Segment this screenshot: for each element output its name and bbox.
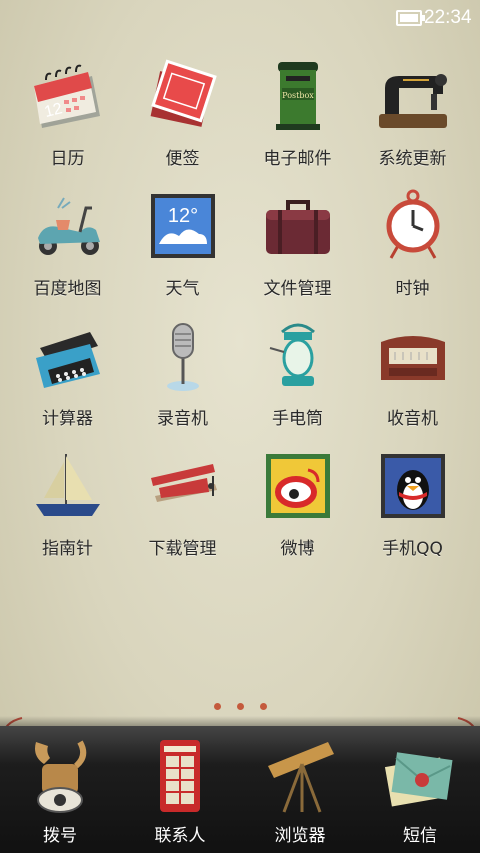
radio-icon (381, 336, 445, 380)
dock-label: 浏览器 (274, 826, 326, 846)
battery-icon (396, 10, 425, 26)
app-label: 录音机 (157, 409, 208, 429)
dock-browser[interactable]: 浏览器 (240, 726, 360, 853)
biplane-icon (151, 464, 217, 502)
status-bar: 22:34 (0, 0, 480, 36)
app-weather[interactable]: 12° 天气 (125, 182, 240, 302)
calendar-icon: 12 (34, 64, 100, 128)
app-clock[interactable]: 时钟 (355, 182, 470, 302)
dock-dialer[interactable]: 拨号 (0, 726, 120, 853)
app-label: 指南针 (42, 539, 93, 559)
app-label: 百度地图 (33, 279, 102, 299)
page-dot[interactable] (259, 703, 267, 710)
app-label: 时钟 (395, 279, 430, 299)
app-system-update[interactable]: 系统更新 (355, 52, 470, 172)
dock-label: 拨号 (43, 826, 77, 846)
status-time: 22:34 (424, 7, 472, 28)
app-flashlight[interactable]: 手电筒 (240, 312, 355, 432)
weather-stamp-icon: 12° (151, 194, 215, 258)
app-qq[interactable]: 手机QQ (355, 442, 470, 562)
app-label: 文件管理 (263, 279, 332, 299)
page-dot[interactable] (213, 703, 221, 710)
app-weibo[interactable]: 微博 (240, 442, 355, 562)
postbox-icon: Postbox (276, 62, 320, 130)
app-label: 手机QQ (382, 539, 443, 559)
app-calculator[interactable]: 计算器 (10, 312, 125, 432)
notepad-icon (150, 59, 217, 127)
app-download-manager[interactable]: 下载管理 (125, 442, 240, 562)
sewing-machine-icon (379, 74, 447, 128)
page-dot[interactable] (236, 703, 244, 710)
app-label: 系统更新 (378, 149, 447, 169)
dock-label: 联系人 (154, 826, 206, 846)
app-label: 微博 (280, 539, 315, 559)
qq-penguin-stamp-icon (381, 454, 445, 518)
app-calendar[interactable]: 12 日历 (10, 52, 125, 172)
phone-booth-icon (160, 740, 200, 812)
suitcase-icon (266, 200, 330, 254)
app-label: 下载管理 (148, 539, 217, 559)
microphone-icon (167, 323, 199, 391)
scooter-icon (38, 197, 100, 255)
clock-icon (386, 189, 440, 259)
app-compass[interactable]: 指南针 (10, 442, 125, 562)
sailboat-icon (36, 454, 100, 516)
app-label: 计算器 (42, 409, 93, 429)
dock: 拨号 联系人 浏览器 短信 (0, 716, 480, 853)
app-label: 天气 (165, 279, 200, 299)
app-recorder[interactable]: 录音机 (125, 312, 240, 432)
page-indicator (0, 695, 480, 714)
app-notes[interactable]: 便签 (125, 52, 240, 172)
app-label: 手电筒 (272, 409, 323, 429)
app-email[interactable]: Postbox 电子邮件 (240, 52, 355, 172)
app-label: 电子邮件 (263, 149, 332, 169)
app-radio[interactable]: 收音机 (355, 312, 470, 432)
telescope-icon (268, 742, 334, 813)
app-file-manager[interactable]: 文件管理 (240, 182, 355, 302)
app-baidu-map[interactable]: 百度地图 (10, 182, 125, 302)
svg-text:12°: 12° (168, 205, 198, 227)
svg-text:Postbox: Postbox (282, 91, 314, 100)
vintage-phone-icon (35, 740, 87, 813)
envelope-icon (384, 752, 453, 807)
dock-contacts[interactable]: 联系人 (120, 726, 240, 853)
app-label: 日历 (50, 149, 85, 169)
app-label: 便签 (165, 149, 200, 169)
app-label: 收音机 (387, 409, 438, 429)
weibo-stamp-icon (266, 454, 330, 518)
lantern-icon (269, 323, 315, 386)
typewriter-icon (36, 332, 100, 388)
dock-messages[interactable]: 短信 (360, 726, 480, 853)
dock-label: 短信 (403, 826, 437, 846)
